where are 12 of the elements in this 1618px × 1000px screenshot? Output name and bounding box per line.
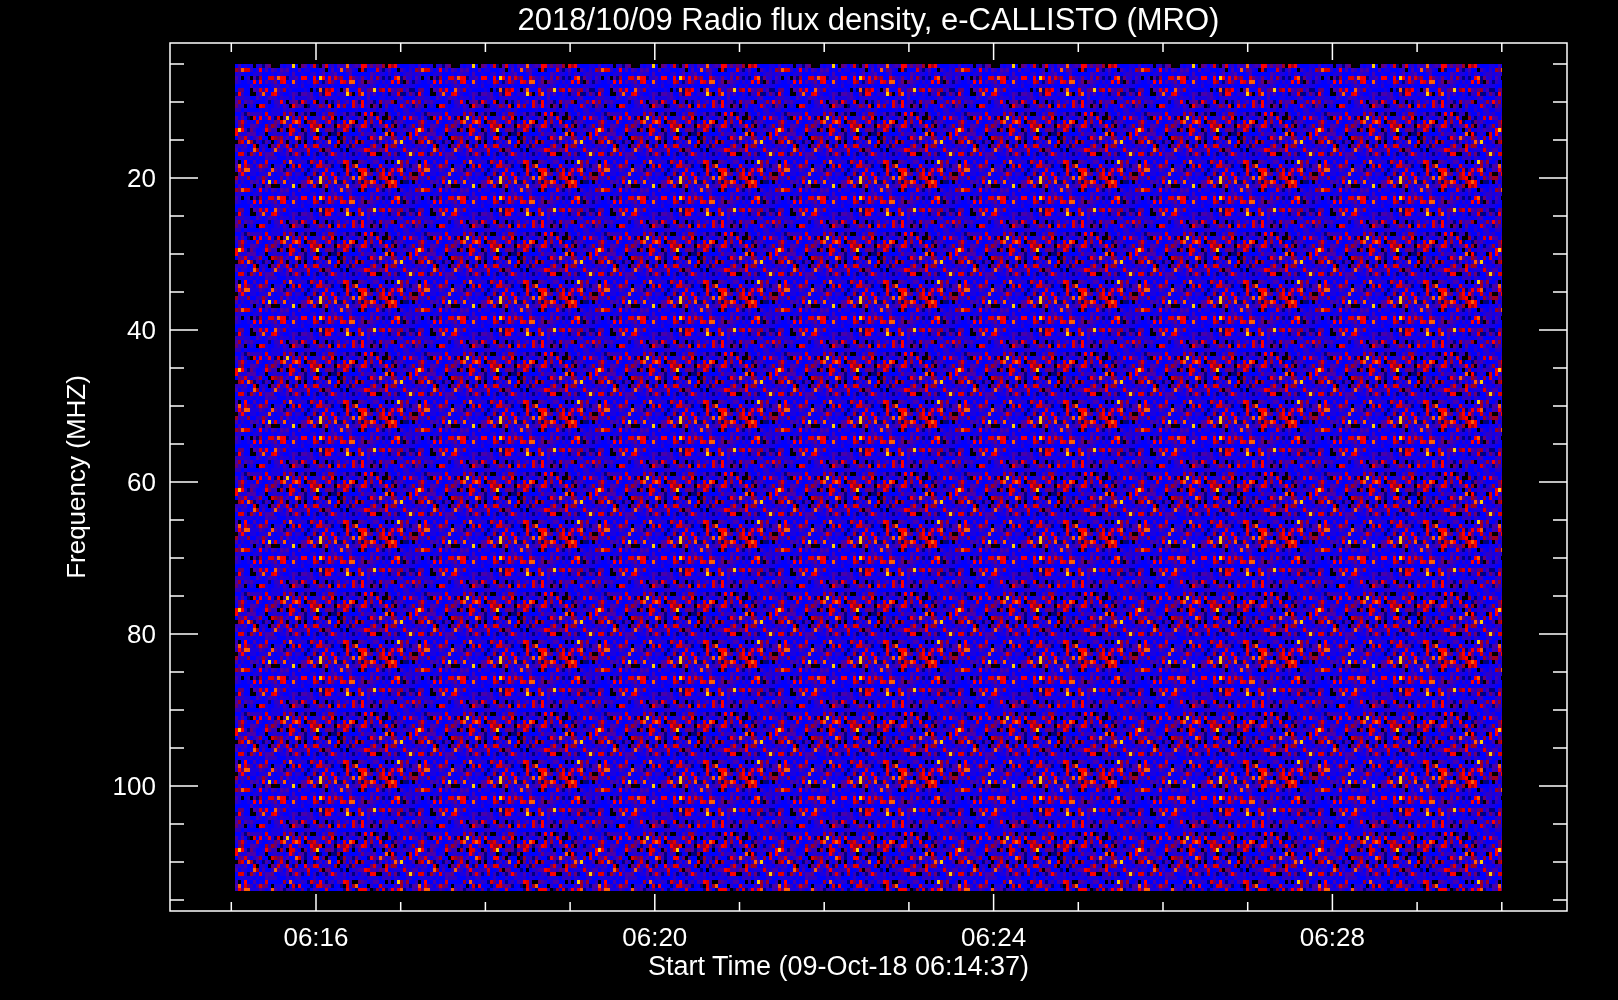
x-axis-label: Start Time (09-Oct-18 06:14:37) — [647, 951, 1030, 981]
x-tick-label: 06:28 — [1299, 922, 1365, 952]
x-tick-label: 06:24 — [961, 922, 1027, 952]
y-tick-label: 60 — [127, 467, 156, 497]
y-tick-label: 20 — [127, 163, 156, 193]
x-tick-label: 06:20 — [622, 922, 688, 952]
y-tick-label: 80 — [127, 619, 156, 649]
x-tick-label: 06:16 — [283, 922, 349, 952]
chart-title: 2018/10/09 Radio flux density, e-CALLISTO (MRO) — [517, 2, 1220, 37]
y-tick-label: 100 — [112, 771, 156, 801]
y-tick-label: 40 — [127, 315, 156, 345]
y-axis-label: Frequency (MHZ) — [61, 375, 91, 579]
